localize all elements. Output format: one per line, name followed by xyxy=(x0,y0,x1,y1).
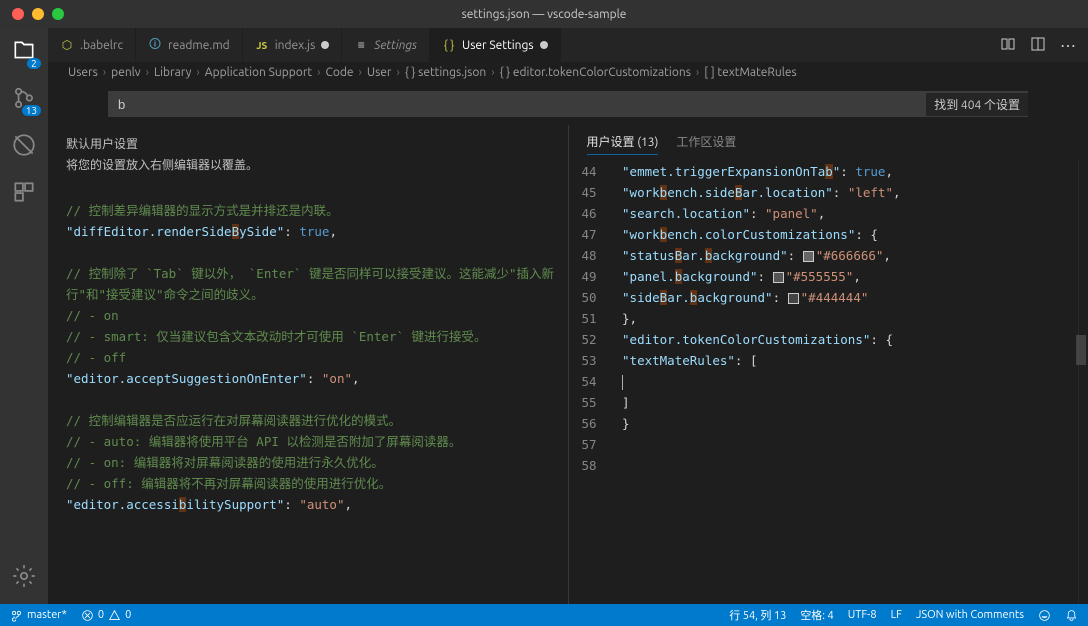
default-settings-pane: 默认用户设置 将您的设置放入右侧编辑器以覆盖。 // 控制差异编辑器的显示方式是… xyxy=(48,125,569,604)
split-icon[interactable] xyxy=(1030,36,1046,55)
user-settings-editor[interactable]: 44 "emmet.triggerExpansionOnTab": true,4… xyxy=(569,161,1079,604)
bell-icon[interactable] xyxy=(1065,609,1078,622)
js-icon: JS xyxy=(255,38,269,52)
breadcrumb-item[interactable]: penlv xyxy=(111,66,140,79)
settings-icon: ≡ xyxy=(354,38,368,52)
breadcrumb-item[interactable]: Code xyxy=(325,66,353,79)
tab-user-settings[interactable]: 用户设置 (13) xyxy=(587,133,659,155)
window-minimize[interactable] xyxy=(32,8,44,20)
dirty-indicator xyxy=(321,41,329,49)
window-maximize[interactable] xyxy=(52,8,64,20)
explorer-icon[interactable]: 2 xyxy=(11,38,37,67)
status-indent[interactable]: 空格: 4 xyxy=(800,607,833,623)
tab-index-js[interactable]: JSindex.js xyxy=(243,28,343,62)
user-settings-pane: 用户设置 (13) 工作区设置 44 "emmet.triggerExpansi… xyxy=(569,125,1088,604)
tab--babelrc[interactable]: ⬡.babelrc xyxy=(48,28,136,62)
status-bar: master* 0 0 行 54, 列 13 空格: 4 UTF-8 LF JS… xyxy=(0,604,1088,626)
breadcrumb-item[interactable]: User xyxy=(367,66,392,79)
tab-settings[interactable]: ≡Settings xyxy=(342,28,430,62)
breadcrumb-item[interactable]: { } editor.tokenColorCustomizations xyxy=(500,66,691,79)
default-settings-subheader: 将您的设置放入右侧编辑器以覆盖。 xyxy=(66,156,550,173)
breadcrumb-item[interactable]: [ ] textMateRules xyxy=(704,66,796,79)
status-problems[interactable]: 0 0 xyxy=(81,609,131,622)
window-close[interactable] xyxy=(12,8,24,20)
status-cursor[interactable]: 行 54, 列 13 xyxy=(729,607,786,623)
editor-tabs: ⬡.babelrc🛈readme.mdJSindex.js≡Settings{ … xyxy=(48,28,1088,62)
tab-user-settings[interactable]: { }User Settings xyxy=(430,28,561,62)
breadcrumb[interactable]: Users›penlv›Library›Application Support›… xyxy=(48,62,1088,83)
json-icon: { } xyxy=(442,38,456,52)
titlebar: settings.json — vscode-sample xyxy=(0,0,1088,28)
settings-gear-icon[interactable] xyxy=(11,563,37,592)
tab-readme-md[interactable]: 🛈readme.md xyxy=(136,28,243,62)
scrollbar-thumb[interactable] xyxy=(1076,335,1086,365)
search-result-count: 找到 404 个设置 xyxy=(926,93,1028,116)
status-encoding[interactable]: UTF-8 xyxy=(848,609,877,621)
breadcrumb-item[interactable]: Users xyxy=(68,66,98,79)
breadcrumb-item[interactable]: Library xyxy=(154,66,191,79)
default-settings-editor[interactable]: // 控制差异编辑器的显示方式是并排还是内联。"diffEditor.rende… xyxy=(48,179,568,604)
dirty-indicator xyxy=(540,41,548,49)
diff-icon[interactable] xyxy=(1000,36,1016,55)
window-title: settings.json — vscode-sample xyxy=(0,8,1088,21)
more-icon[interactable]: ⋯ xyxy=(1060,36,1076,55)
status-language[interactable]: JSON with Comments xyxy=(916,609,1024,621)
breadcrumb-item[interactable]: { } settings.json xyxy=(405,66,486,79)
breadcrumb-item[interactable]: Application Support xyxy=(205,66,312,79)
tab-workspace-settings[interactable]: 工作区设置 xyxy=(676,133,736,155)
scm-icon[interactable]: 13 xyxy=(11,85,37,114)
babel-icon: ⬡ xyxy=(60,38,74,52)
status-eol[interactable]: LF xyxy=(891,609,902,621)
extensions-icon[interactable] xyxy=(11,179,37,208)
debug-icon[interactable] xyxy=(11,132,37,161)
settings-search: 找到 404 个设置 xyxy=(108,91,1028,117)
activity-bar: 2 13 xyxy=(0,28,48,604)
default-settings-header: 默认用户设置 xyxy=(66,135,550,152)
minimap[interactable] xyxy=(1078,161,1088,604)
search-input[interactable] xyxy=(108,97,926,112)
md-icon: 🛈 xyxy=(148,38,162,52)
feedback-icon[interactable] xyxy=(1038,609,1051,622)
git-branch[interactable]: master* xyxy=(10,609,67,622)
